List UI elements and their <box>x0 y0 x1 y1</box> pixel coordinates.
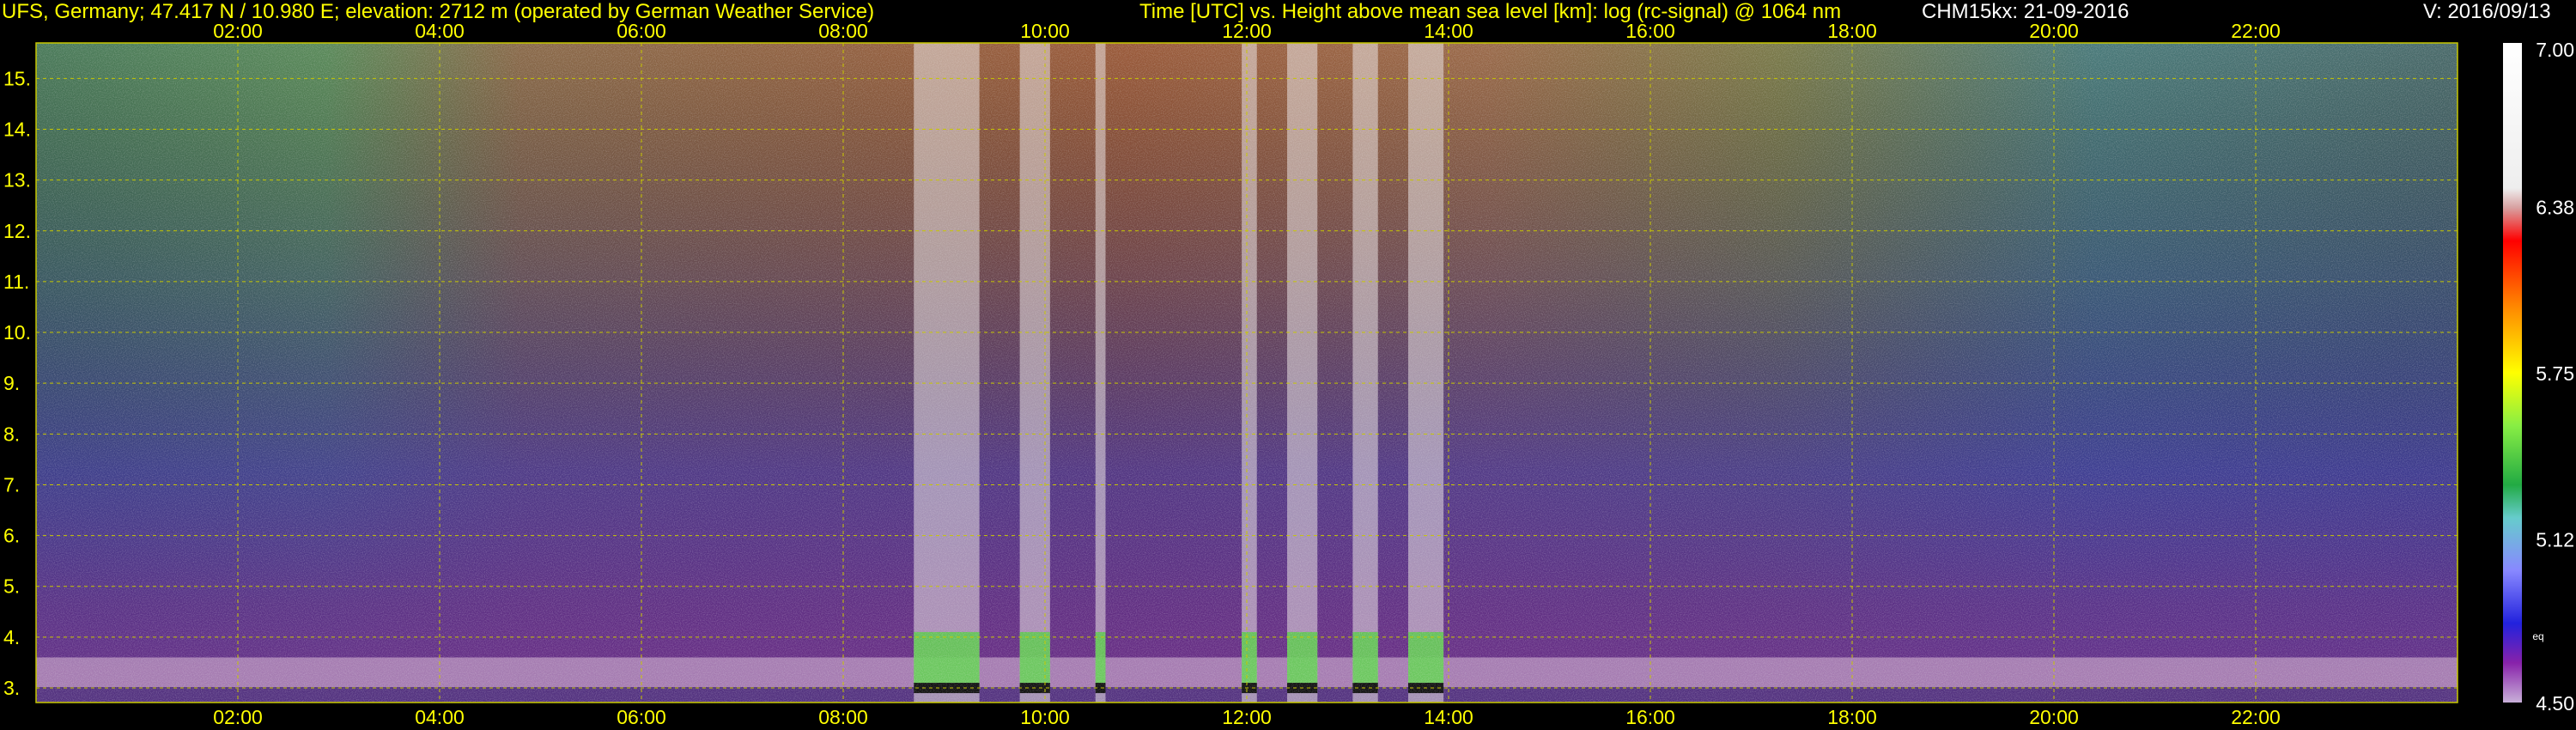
x-tick-label-bottom: 18:00 <box>1827 706 1877 728</box>
x-tick-label-bottom: 22:00 <box>2231 706 2281 728</box>
x-tick-label-bottom: 08:00 <box>818 706 868 728</box>
x-tick-label-top: 22:00 <box>2231 20 2281 42</box>
x-tick-label-bottom: 20:00 <box>2029 706 2079 728</box>
x-tick-label-bottom: 16:00 <box>1625 706 1675 728</box>
ceilometer-chart: 02:00 02:00 04:00 04:00 06:00 06:00 08:00 08:00… <box>3 20 2574 728</box>
y-tick-label: 9. <box>3 372 20 394</box>
y-tick-label: 6. <box>3 525 20 547</box>
y-tick-label: 10. <box>3 321 31 344</box>
x-tick-label-top: 18:00 <box>1827 20 1877 42</box>
x-tick-label-bottom: 12:00 <box>1222 706 1272 728</box>
y-tick-label: 3. <box>3 677 20 699</box>
x-tick-label-bottom: 06:00 <box>617 706 666 728</box>
y-tick-label: 5. <box>3 575 20 598</box>
x-tick-label-top: 10:00 <box>1020 20 1070 42</box>
y-tick-label: 11. <box>3 271 29 293</box>
colorbar-labels: 7.00 6.38 5.75 5.12 4.50 eq <box>2532 39 2574 715</box>
colorbar-label: 5.12 <box>2536 529 2574 551</box>
x-tick-label-top: 02:00 <box>213 20 263 42</box>
y-tick-label: 4. <box>3 626 20 648</box>
x-tick-label-top: 16:00 <box>1625 20 1675 42</box>
y-tick-label: 13. <box>3 169 31 192</box>
x-tick-label-bottom: 04:00 <box>415 706 465 728</box>
colorbar-small-label: eq <box>2532 630 2543 642</box>
y-tick-label: 14. <box>3 119 31 141</box>
x-tick-label-bottom: 10:00 <box>1020 706 1070 728</box>
colorbar <box>2503 43 2522 703</box>
y-tick-label: 12. <box>3 220 31 242</box>
colorbar-label: 4.50 <box>2536 692 2574 715</box>
x-tick-label-top: 04:00 <box>415 20 465 42</box>
x-tick-label-top: 08:00 <box>818 20 868 42</box>
colorbar-scale <box>2503 43 2522 703</box>
y-tick-label: 8. <box>3 423 20 445</box>
colorbar-label: 7.00 <box>2536 39 2574 61</box>
x-tick-label-top: 20:00 <box>2029 20 2079 42</box>
x-tick-label-top: 12:00 <box>1222 20 1272 42</box>
y-tick-label: 7. <box>3 473 20 496</box>
x-tick-label-bottom: 02:00 <box>213 706 263 728</box>
x-tick-label-top: 14:00 <box>1424 20 1473 42</box>
colorbar-label: 6.38 <box>2536 196 2574 218</box>
x-tick-label-bottom: 14:00 <box>1424 706 1473 728</box>
y-tick-label: 15. <box>3 67 31 89</box>
x-tick-label-top: 06:00 <box>617 20 666 42</box>
colorbar-label: 5.75 <box>2536 362 2574 385</box>
